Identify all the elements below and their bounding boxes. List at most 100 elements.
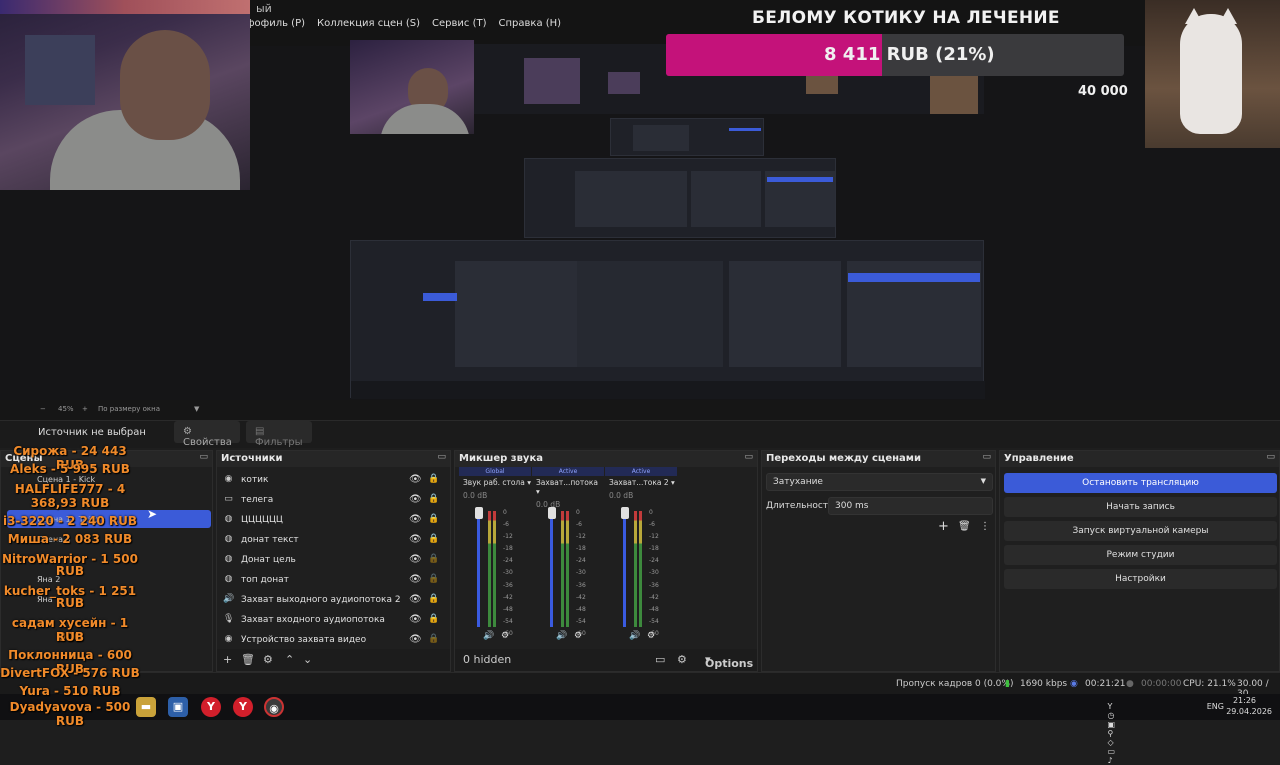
audio-mixer-dock: Микшер звука ▭ Global Звук раб. стола ▾ 0.0… bbox=[454, 450, 758, 672]
dock-menu-icon[interactable]: ▭ bbox=[744, 452, 753, 462]
source-item[interactable]: ◍ топ донат 👁 🔒 bbox=[221, 571, 446, 591]
add-source-button[interactable]: + bbox=[223, 653, 232, 666]
record-time: 00:00:00 bbox=[1141, 679, 1182, 689]
zoom-mode[interactable]: По размеру окна bbox=[98, 405, 160, 413]
remove-transition-button[interactable]: 🗑 bbox=[958, 521, 971, 532]
start-recording-button[interactable]: Начать запись bbox=[1004, 497, 1277, 517]
lock-icon[interactable]: 🔒 bbox=[428, 594, 439, 604]
unlock-icon[interactable]: 🔒 bbox=[428, 554, 439, 564]
settings-button[interactable]: Настройки bbox=[1004, 569, 1277, 589]
source-properties-button[interactable]: ⚙ bbox=[263, 653, 273, 666]
volume-slider-handle[interactable] bbox=[548, 507, 556, 519]
menu-profile[interactable]: фофиль (P) bbox=[246, 17, 305, 30]
channel-name[interactable]: Захват...потока ▾ bbox=[532, 478, 604, 496]
chevron-down-icon[interactable]: ▼ bbox=[194, 405, 199, 413]
move-down-button[interactable]: ⌄ bbox=[303, 653, 312, 666]
virtual-camera-button[interactable]: Запуск виртуальной камеры bbox=[1004, 521, 1277, 541]
language-indicator[interactable]: ENG bbox=[1207, 702, 1224, 711]
obs-icon[interactable]: ◉ bbox=[264, 697, 284, 717]
source-item[interactable]: ◍ ЦЦЦЦЦЦ 👁 🔒 bbox=[221, 511, 446, 531]
more-icon[interactable]: ⋮ bbox=[980, 521, 990, 532]
visibility-eye-icon[interactable]: 👁 bbox=[409, 474, 422, 485]
source-item[interactable]: ◍ Донат цель 👁 🔒 bbox=[221, 551, 446, 571]
source-label: Донат цель bbox=[241, 555, 296, 565]
layout-icon[interactable]: ▭ bbox=[655, 653, 665, 666]
gear-icon[interactable]: ⚙ bbox=[647, 631, 655, 641]
visibility-eye-icon[interactable]: 👁 bbox=[409, 574, 422, 585]
duration-label: Длительность bbox=[766, 501, 834, 511]
donor-line: DivertFOX - 576 RUB bbox=[0, 666, 140, 680]
visibility-eye-icon[interactable]: 👁 bbox=[409, 594, 422, 605]
dropped-frames: Пропуск кадров 0 (0.0%) bbox=[896, 679, 1014, 689]
menu-scene-collection[interactable]: Коллекция сцен (S) bbox=[317, 17, 420, 30]
gear-icon: ⚙ bbox=[183, 426, 192, 437]
duration-input[interactable]: 300 ms bbox=[828, 497, 993, 515]
volume-slider-handle[interactable] bbox=[621, 507, 629, 519]
source-item[interactable]: 🔊 Захват выходного аудиопотока 2 👁 🔒 bbox=[221, 591, 446, 611]
transitions-dock: Переходы между сценами ▭ Затухание ▼ Длите… bbox=[761, 450, 996, 672]
volume-fader[interactable] bbox=[477, 511, 480, 627]
menu-help[interactable]: Справка (H) bbox=[499, 17, 562, 30]
options-button[interactable]: Options ▾ bbox=[705, 653, 753, 670]
stop-stream-button[interactable]: Остановить трансляцию bbox=[1004, 473, 1277, 493]
gear-icon[interactable]: ⚙ bbox=[501, 631, 509, 641]
lock-icon[interactable]: 🔒 bbox=[428, 514, 439, 524]
visibility-eye-icon[interactable]: 👁 bbox=[409, 514, 422, 525]
filters-label: Фильтры bbox=[255, 437, 303, 448]
studio-mode-button[interactable]: Режим студии bbox=[1004, 545, 1277, 565]
source-item[interactable]: ◉ Устройство захвата видео 👁 🔒 bbox=[221, 631, 446, 651]
visibility-eye-icon[interactable]: 👁 bbox=[409, 554, 422, 565]
remove-source-button[interactable]: 🗑 bbox=[241, 653, 255, 666]
volume-slider-handle[interactable] bbox=[475, 507, 483, 519]
settings-icon[interactable]: ⚙ bbox=[677, 653, 687, 666]
move-up-button[interactable]: ⌃ bbox=[285, 653, 294, 666]
dock-menu-icon[interactable]: ▭ bbox=[437, 452, 446, 462]
dock-header: Переходы между сценами ▭ bbox=[762, 451, 995, 467]
visibility-eye-icon[interactable]: 👁 bbox=[409, 534, 422, 545]
source-item[interactable]: ◍ донат текст 👁 🔒 bbox=[221, 531, 446, 551]
lock-icon[interactable]: 🔒 bbox=[428, 474, 439, 484]
visibility-eye-icon[interactable]: 👁 bbox=[409, 614, 422, 625]
filters-button[interactable]: ▤ Фильтры bbox=[246, 421, 312, 448]
menu-tools[interactable]: Сервис (T) bbox=[432, 17, 486, 30]
donor-line: i3-3220 - 2 240 RUB bbox=[2, 514, 138, 528]
yandex-browser-icon[interactable]: Y bbox=[201, 697, 221, 717]
donation-goal-max: 40 000 bbox=[1078, 84, 1128, 99]
speaker-icon[interactable]: 🔊 bbox=[483, 631, 494, 641]
gear-icon[interactable]: ⚙ bbox=[574, 631, 582, 641]
visibility-eye-icon[interactable]: 👁 bbox=[409, 494, 422, 505]
sources-toolbar: + 🗑 ⚙ ⌃ ⌄ bbox=[217, 649, 450, 671]
source-item[interactable]: ▭ телега 👁 🔒 bbox=[221, 491, 446, 511]
channel-name[interactable]: Звук раб. стола ▾ bbox=[459, 478, 531, 487]
dock-menu-icon[interactable]: ▭ bbox=[1266, 452, 1275, 462]
visibility-eye-icon[interactable]: 👁 bbox=[409, 634, 422, 645]
lock-icon[interactable]: 🔒 bbox=[428, 494, 439, 504]
dock-menu-icon[interactable]: ▭ bbox=[199, 452, 208, 462]
yandex-browser-icon[interactable]: Y bbox=[233, 697, 253, 717]
donor-line: Миша - 2 083 RUB bbox=[7, 532, 133, 546]
options-label: Options bbox=[705, 657, 754, 670]
donor-line: 368,93 RUB bbox=[30, 496, 110, 510]
transition-select[interactable]: Затухание ▼ bbox=[766, 473, 993, 491]
speaker-icon[interactable]: 🔊 bbox=[629, 631, 640, 641]
lock-icon[interactable]: 🔒 bbox=[428, 614, 439, 624]
source-item[interactable]: ◉ котик 👁 🔒 bbox=[221, 471, 446, 491]
nested-preview-small bbox=[610, 118, 764, 156]
unlock-icon[interactable]: 🔒 bbox=[428, 574, 439, 584]
add-transition-button[interactable]: + bbox=[938, 519, 949, 534]
unlock-icon[interactable]: 🔒 bbox=[428, 634, 439, 644]
source-item[interactable]: 🎙 Захват входного аудиопотока 👁 🔒 bbox=[221, 611, 446, 631]
donor-line: Aleks - 5 995 RUB bbox=[10, 462, 130, 476]
tray-icons[interactable]: Y ◷ ▣ ⚲ ◇ ▭ ♪ bbox=[1107, 702, 1115, 765]
zoom-in-button[interactable]: + bbox=[82, 405, 88, 413]
lock-icon[interactable]: 🔒 bbox=[428, 534, 439, 544]
volume-fader[interactable] bbox=[550, 511, 553, 627]
channel-name[interactable]: Захват...тока 2 ▾ bbox=[605, 478, 677, 487]
speaker-icon[interactable]: 🔊 bbox=[556, 631, 567, 641]
app-icon[interactable]: ▣ bbox=[168, 697, 188, 717]
dock-menu-icon[interactable]: ▭ bbox=[982, 452, 991, 462]
channel-db: 0.0 dB bbox=[536, 500, 561, 509]
volume-fader[interactable] bbox=[623, 511, 626, 627]
zoom-out-button[interactable]: − bbox=[40, 405, 46, 413]
properties-button[interactable]: ⚙ Свойства bbox=[174, 421, 240, 448]
